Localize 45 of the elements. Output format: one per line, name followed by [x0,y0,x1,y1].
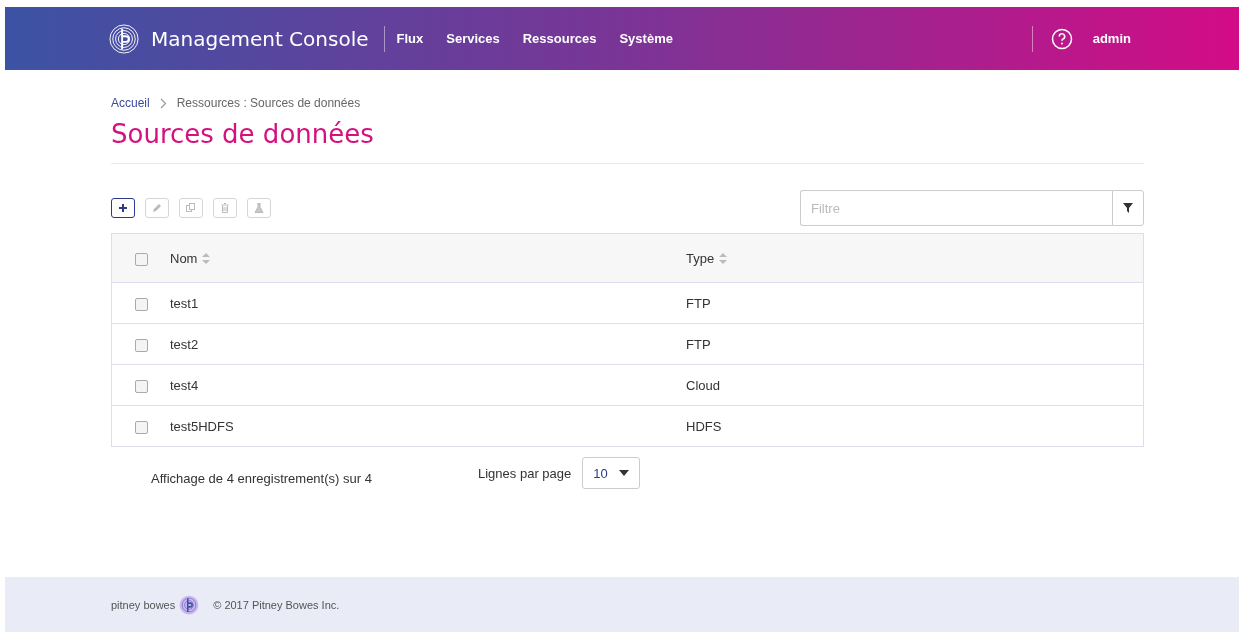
trash-icon [219,202,231,214]
nav-link[interactable]: Flux [396,31,424,46]
chevron-icon [159,97,167,109]
pencil-icon [151,202,163,214]
help-icon[interactable] [1050,27,1073,50]
copy-icon [185,202,197,214]
checkbox[interactable] [134,252,148,266]
breadcrumb-current: Ressources : Sources de données [176,96,361,110]
add-button[interactable] [111,198,135,218]
plus-icon [117,202,129,214]
filter-icon [1123,203,1133,213]
table-cell: test5HDFS [170,418,234,434]
nav-link[interactable]: Services [446,31,500,46]
breadcrumb-link[interactable]: Accueil [111,96,150,110]
app-title: Management Console [151,26,369,51]
table-cell: test2 [170,336,199,352]
brand-name: pitney bowes [111,598,176,611]
table-cell: FTP [686,336,711,352]
copyright: © 2017 Pitney Bowes Inc. [213,598,340,611]
logo-icon [179,594,200,615]
checkbox[interactable] [134,338,148,352]
checkbox[interactable] [134,297,148,311]
table-cell: FTP [686,295,711,311]
caret-icon [619,470,630,476]
logo-icon [109,23,139,54]
user-menu[interactable]: admin [1092,31,1131,46]
table-cell: test1 [170,295,199,311]
rows-per-page-label: Lignes par page [478,465,572,481]
table-cell: HDFS [686,418,722,434]
flask-icon [253,202,265,214]
page-title: Sources de données [111,119,1144,164]
filter-button[interactable] [1112,190,1144,226]
checkbox[interactable] [134,420,148,434]
nav-link[interactable]: Système [619,31,673,46]
sort-icon [202,252,211,264]
nav-link[interactable]: Ressources [522,31,597,46]
checkbox[interactable] [134,379,148,393]
table-cell: test4 [170,377,199,393]
sort-icon [719,252,728,264]
filter-field[interactable]: Filtre [800,190,1112,226]
column-header[interactable]: Type [686,250,715,266]
record-count: Affichage de 4 enregistrement(s) sur 4 [151,469,373,486]
rows-per-page-select[interactable]: 10 [582,457,641,489]
table-cell: Cloud [686,377,720,393]
column-header[interactable]: Nom [170,250,198,266]
